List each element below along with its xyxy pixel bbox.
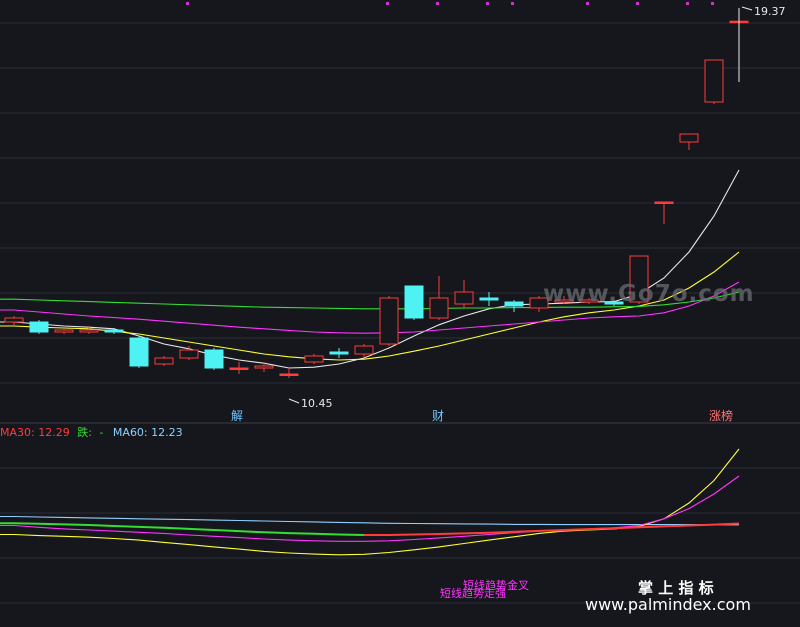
candle-body xyxy=(129,337,149,367)
sub-ma60-line xyxy=(0,515,739,526)
candle-body xyxy=(679,133,699,143)
candle-body xyxy=(304,355,324,363)
top-marker-dot xyxy=(711,2,714,5)
sub-panel-lines xyxy=(0,448,740,556)
candle-body xyxy=(404,285,424,319)
event-marker-zhangbang: 涨榜 xyxy=(709,408,733,423)
top-marker-dot xyxy=(486,2,489,5)
overlay-text-strengthen: 短线趋势走强 xyxy=(440,586,506,600)
sub-ma30-segment-1 xyxy=(364,522,740,536)
top-markers xyxy=(186,2,714,5)
legend-ma30: MA30: 12.29 xyxy=(0,426,70,439)
stock-chart: 19.37 10.45 解 财 涨榜 www.Go7o.com MA30: 12… xyxy=(0,2,800,614)
top-marker-dot xyxy=(511,2,514,5)
candle-body xyxy=(229,367,249,370)
top-marker-dot xyxy=(586,2,589,5)
candle-body xyxy=(479,297,499,301)
candle-body xyxy=(279,373,299,376)
sub-ma30-segment-0 xyxy=(0,522,365,536)
watermark-site: www.palmindex.com xyxy=(585,595,751,614)
sub-band-line-1 xyxy=(0,475,740,542)
sub-panel-legend: MA30: 12.29 跌: - MA60: 12.23 xyxy=(0,425,183,439)
top-marker-dot xyxy=(636,2,639,5)
event-marker-cai: 财 xyxy=(432,409,444,423)
low-price-label: 10.45 xyxy=(301,397,333,410)
top-marker-dot xyxy=(186,2,189,5)
legend-ma60: MA60: 12.23 xyxy=(113,426,183,439)
top-marker-dot xyxy=(686,2,689,5)
candle-body xyxy=(254,365,274,369)
candle-body xyxy=(154,357,174,365)
candle-body xyxy=(329,351,349,355)
sub-band-line-0 xyxy=(0,448,740,556)
candle-body xyxy=(54,329,74,333)
candle-body xyxy=(704,59,724,103)
candlesticks xyxy=(4,20,749,378)
candle-body xyxy=(379,297,399,345)
grid-lines xyxy=(0,22,800,384)
candle-body xyxy=(4,317,24,323)
top-marker-dot xyxy=(386,2,389,5)
candle-body xyxy=(179,349,199,359)
candle-body xyxy=(104,329,124,333)
legend-die-value: - xyxy=(99,426,103,439)
legend-die: 跌: xyxy=(77,425,92,439)
candle-body xyxy=(454,291,474,305)
high-price-label: 19.37 xyxy=(754,5,786,18)
event-marker-jie: 解 xyxy=(231,409,243,423)
top-marker-dot xyxy=(436,2,439,5)
candle-body xyxy=(429,297,449,319)
candle-body xyxy=(79,329,99,333)
candle-body xyxy=(29,321,49,333)
candle-body xyxy=(354,345,374,355)
watermark-center: www.Go7o.com xyxy=(543,281,755,307)
candle-body xyxy=(504,301,524,307)
candle-body xyxy=(204,349,224,369)
candle-body xyxy=(654,201,674,204)
